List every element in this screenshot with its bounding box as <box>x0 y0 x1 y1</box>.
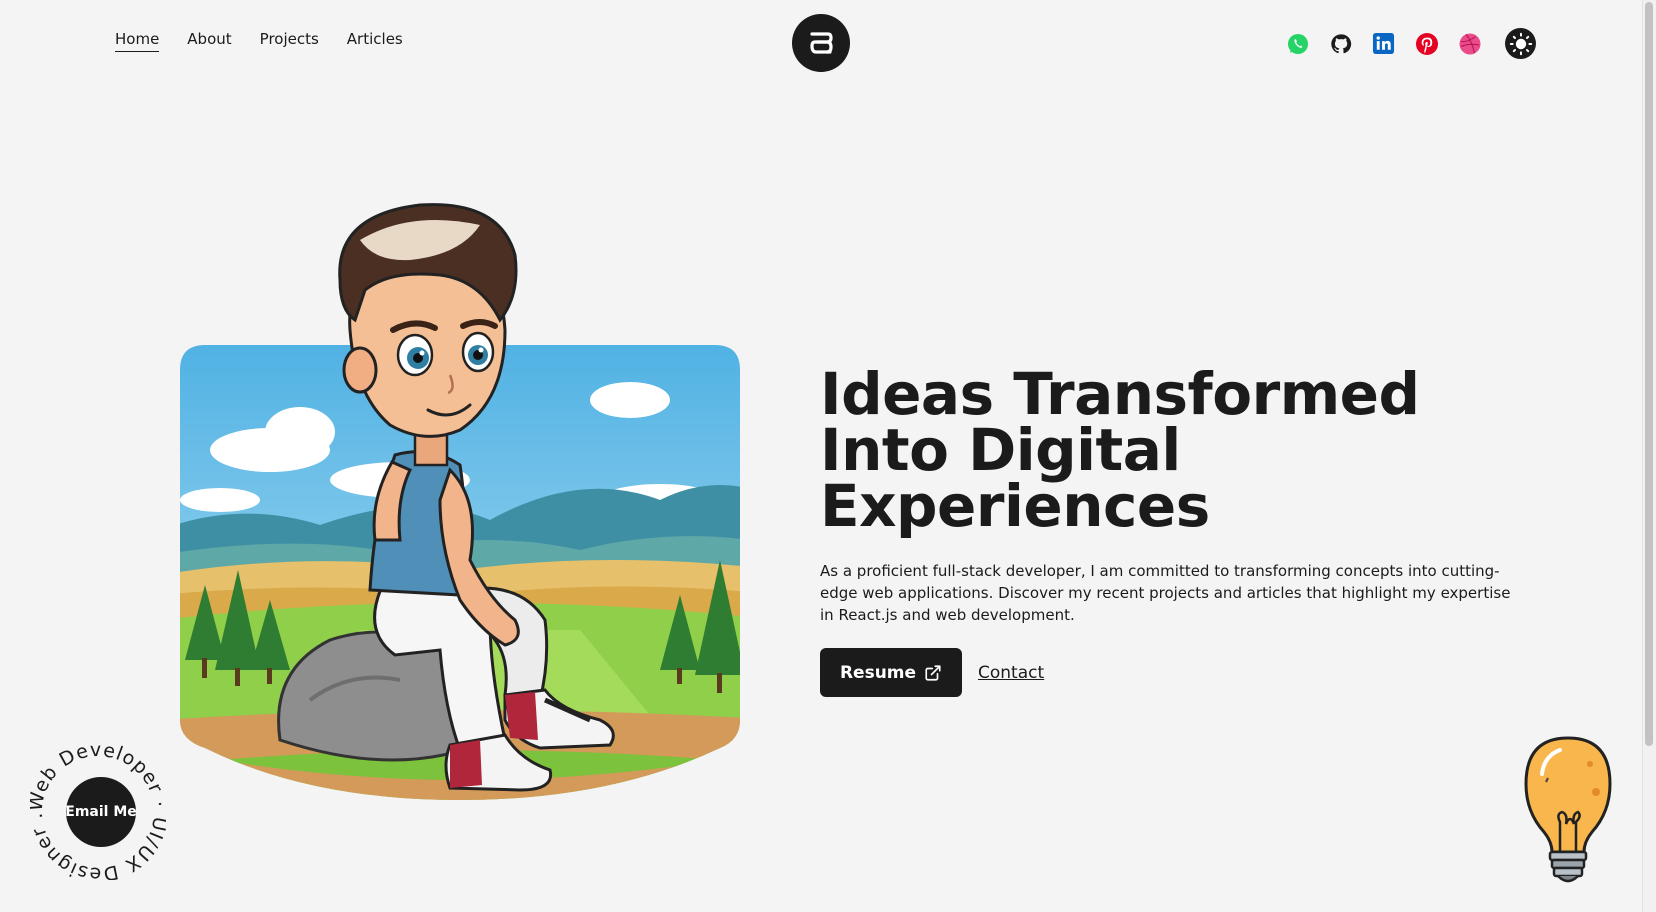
resume-button-label: Resume <box>839 662 917 683</box>
site-logo[interactable] <box>792 14 850 72</box>
s-b-monogram-logo-icon <box>810 32 833 54</box>
hero-avatar-illustration <box>160 200 780 800</box>
sun-icon <box>1509 32 1532 55</box>
lightbulb-illustration <box>1520 734 1616 888</box>
nav-articles-link[interactable]: Articles <box>347 30 403 52</box>
main-nav: Home About Projects Articles <box>115 30 403 52</box>
linkedin-icon[interactable] <box>1370 30 1397 57</box>
scrollbar-thumb[interactable] <box>1645 2 1653 746</box>
nav-home-link[interactable]: Home <box>115 30 160 52</box>
dribbble-icon[interactable] <box>1456 30 1483 57</box>
pinterest-icon[interactable] <box>1413 30 1440 57</box>
resume-button[interactable]: Resume <box>820 648 962 697</box>
whatsapp-icon[interactable] <box>1284 30 1311 57</box>
social-links <box>1284 28 1536 59</box>
nav-projects-link[interactable]: Projects <box>260 30 319 52</box>
hero-headline: Ideas Transformed Into Digital Experienc… <box>820 360 1420 540</box>
email-me-badge[interactable]: Web Developer · UI/UX Designer . Email M… <box>24 739 170 885</box>
external-link-icon <box>925 664 941 681</box>
contact-link[interactable]: Contact <box>978 663 1044 683</box>
theme-toggle-button[interactable] <box>1505 28 1536 59</box>
nav-about-link[interactable]: About <box>187 30 231 52</box>
email-me-button[interactable]: Email Me <box>65 777 137 847</box>
hero-content: Ideas Transformed Into Digital Experienc… <box>820 360 1520 697</box>
hero-intro-text: As a proficient full-stack developer, I … <box>820 562 1511 624</box>
github-icon[interactable] <box>1327 30 1354 57</box>
page-scrollbar[interactable] <box>1642 0 1656 912</box>
hero-actions: Resume Contact <box>820 648 1520 697</box>
